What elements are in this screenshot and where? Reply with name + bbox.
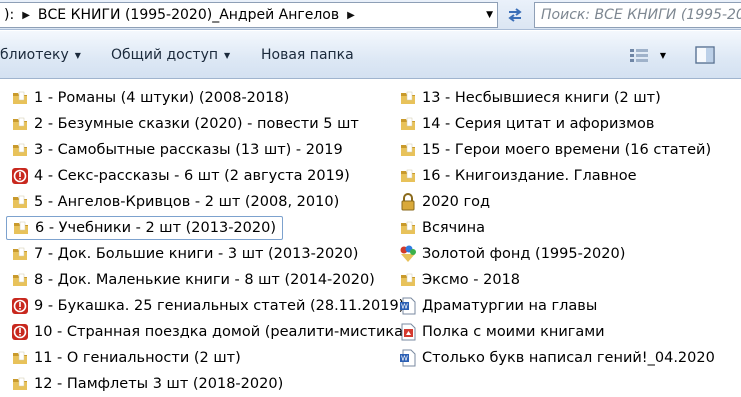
- file-item[interactable]: 7 - Док. Большие книги - 3 шт (2013-2020…: [6, 242, 358, 266]
- view-options-icon[interactable]: [628, 45, 650, 65]
- file-item[interactable]: 16 - Книгоиздание. Главное: [394, 164, 637, 188]
- folder-icon: [10, 89, 30, 107]
- new-folder-label: Новая папка: [261, 47, 354, 63]
- file-name: 2 - Безумные сказки (2020) - повести 5 ш…: [34, 116, 359, 132]
- file-name: 2020 год: [422, 194, 491, 210]
- file-item[interactable]: 8 - Док. Маленькие книги - 8 шт (2014-20…: [6, 268, 375, 292]
- chevron-right-icon[interactable]: ▶: [18, 10, 34, 21]
- file-name: Драматургии на главы: [422, 298, 598, 314]
- share-label: Общий доступ: [111, 47, 219, 63]
- folder-icon: [10, 193, 30, 211]
- file-item[interactable]: 2 - Безумные сказки (2020) - повести 5 ш…: [6, 112, 359, 136]
- file-item[interactable]: 13 - Несбывшиеся книги (2 шт): [394, 86, 661, 110]
- file-item[interactable]: 14 - Серия цитат и афоризмов: [394, 112, 654, 136]
- chevron-right-icon[interactable]: ▶: [343, 10, 359, 21]
- folder-icon: [398, 219, 418, 237]
- preview-pane-icon[interactable]: [694, 45, 716, 65]
- file-name: 9 - Букашка. 25 гениальных статей (28.11…: [34, 298, 405, 314]
- breadcrumb[interactable]: ): ▶ ВСЕ КНИГИ (1995-2020)_Андрей Ангело…: [0, 2, 498, 28]
- chevron-down-icon: ▼: [224, 50, 231, 60]
- pdf-document-icon: [398, 323, 418, 341]
- chevron-down-icon[interactable]: ▼: [656, 45, 670, 65]
- svg-text:W: W: [401, 303, 408, 311]
- folder-icon: [398, 167, 418, 185]
- folder-icon: [10, 375, 30, 393]
- svg-text:W: W: [401, 355, 408, 363]
- file-item[interactable]: 5 - Ангелов-Кривцов - 2 шт (2008, 2010): [6, 190, 339, 214]
- file-name: 7 - Док. Большие книги - 3 шт (2013-2020…: [34, 246, 359, 262]
- file-name: Эксмо - 2018: [422, 272, 521, 288]
- chevron-down-icon[interactable]: ▼: [486, 10, 493, 20]
- file-list: 1 - Романы (4 штуки) (2008-2018) 2 - Без…: [0, 80, 741, 397]
- file-item[interactable]: 15 - Герои моего времени (16 статей): [394, 138, 711, 162]
- file-item[interactable]: 2020 год: [394, 190, 490, 214]
- folder-icon: [10, 245, 30, 263]
- share-button[interactable]: Общий доступ ▼: [111, 31, 230, 79]
- colorful-folder-icon: [398, 245, 418, 263]
- file-item[interactable]: Золотой фонд (1995-2020): [394, 242, 625, 266]
- file-name: 11 - О гениальности (2 шт): [34, 350, 241, 366]
- file-name: 5 - Ангелов-Кривцов - 2 шт (2008, 2010): [34, 194, 340, 210]
- breadcrumb-folder[interactable]: ВСЕ КНИГИ (1995-2020)_Андрей Ангелов: [34, 7, 343, 23]
- file-name: 3 - Самобытные рассказы (13 шт) - 2019: [34, 142, 343, 158]
- file-item[interactable]: Полка с моими книгами: [394, 320, 605, 344]
- add-to-library-label: блиотеку: [0, 47, 69, 63]
- search-input[interactable]: Поиск: ВСЕ КНИГИ (1995-2020): [534, 2, 741, 28]
- file-item[interactable]: Всячина: [394, 216, 485, 240]
- file-name: 8 - Док. Маленькие книги - 8 шт (2014-20…: [34, 272, 375, 288]
- file-item[interactable]: W Драматургии на главы: [394, 294, 597, 318]
- folder-icon: [10, 141, 30, 159]
- folder-icon: [11, 219, 31, 237]
- file-name: 10 - Странная поездка домой (реалити-мис…: [34, 324, 409, 340]
- file-item[interactable]: 10 - Странная поездка домой (реалити-мис…: [6, 320, 409, 344]
- warning-folder-icon: [10, 167, 30, 185]
- file-name: 15 - Герои моего времени (16 статей): [422, 142, 712, 158]
- file-name: 6 - Учебники - 2 шт (2013-2020): [35, 220, 276, 236]
- word-document-icon: W: [398, 349, 418, 367]
- file-item[interactable]: W Столько букв написал гений!_04.2020: [394, 346, 715, 370]
- file-name: Золотой фонд (1995-2020): [422, 246, 626, 262]
- file-name: 13 - Несбывшиеся книги (2 шт): [422, 90, 661, 106]
- file-name: Столько букв написал гений!_04.2020: [422, 350, 715, 366]
- file-name: Всячина: [422, 220, 485, 236]
- file-item[interactable]: 4 - Секс-рассказы - 6 шт (2 августа 2019…: [6, 164, 350, 188]
- file-item[interactable]: 11 - О гениальности (2 шт): [6, 346, 241, 370]
- warning-folder-icon: [10, 297, 30, 315]
- word-document-icon: W: [398, 297, 418, 315]
- file-name: 16 - Книгоиздание. Главное: [422, 168, 637, 184]
- folder-icon: [398, 89, 418, 107]
- folder-icon: [398, 271, 418, 289]
- folder-icon: [398, 115, 418, 133]
- chevron-down-icon: ▼: [74, 50, 81, 60]
- file-item[interactable]: 3 - Самобытные рассказы (13 шт) - 2019: [6, 138, 343, 162]
- file-name: 12 - Памфлеты 3 шт (2018-2020): [34, 376, 284, 392]
- file-item[interactable]: 6 - Учебники - 2 шт (2013-2020): [6, 216, 283, 240]
- add-to-library-button[interactable]: блиотеку ▼: [0, 31, 81, 79]
- command-bar: блиотеку ▼ Общий доступ ▼ Новая папка ▼: [0, 31, 741, 79]
- breadcrumb-drive[interactable]: ):: [0, 7, 18, 23]
- warning-folder-icon: [10, 323, 30, 341]
- file-item[interactable]: 12 - Памфлеты 3 шт (2018-2020): [6, 372, 283, 396]
- file-item[interactable]: 1 - Романы (4 штуки) (2008-2018): [6, 86, 289, 110]
- lock-icon: [398, 193, 418, 211]
- file-name: 4 - Секс-рассказы - 6 шт (2 августа 2019…: [34, 168, 350, 184]
- address-bar: ): ▶ ВСЕ КНИГИ (1995-2020)_Андрей Ангело…: [0, 0, 741, 30]
- file-name: 1 - Романы (4 штуки) (2008-2018): [34, 90, 290, 106]
- file-item[interactable]: 9 - Букашка. 25 гениальных статей (28.11…: [6, 294, 404, 318]
- refresh-icon[interactable]: [501, 2, 529, 28]
- file-name: 14 - Серия цитат и афоризмов: [422, 116, 655, 132]
- new-folder-button[interactable]: Новая папка: [261, 31, 354, 79]
- folder-icon: [10, 115, 30, 133]
- folder-icon: [10, 349, 30, 367]
- folder-icon: [10, 271, 30, 289]
- file-item[interactable]: Эксмо - 2018: [394, 268, 520, 292]
- file-name: Полка с моими книгами: [422, 324, 605, 340]
- folder-icon: [398, 141, 418, 159]
